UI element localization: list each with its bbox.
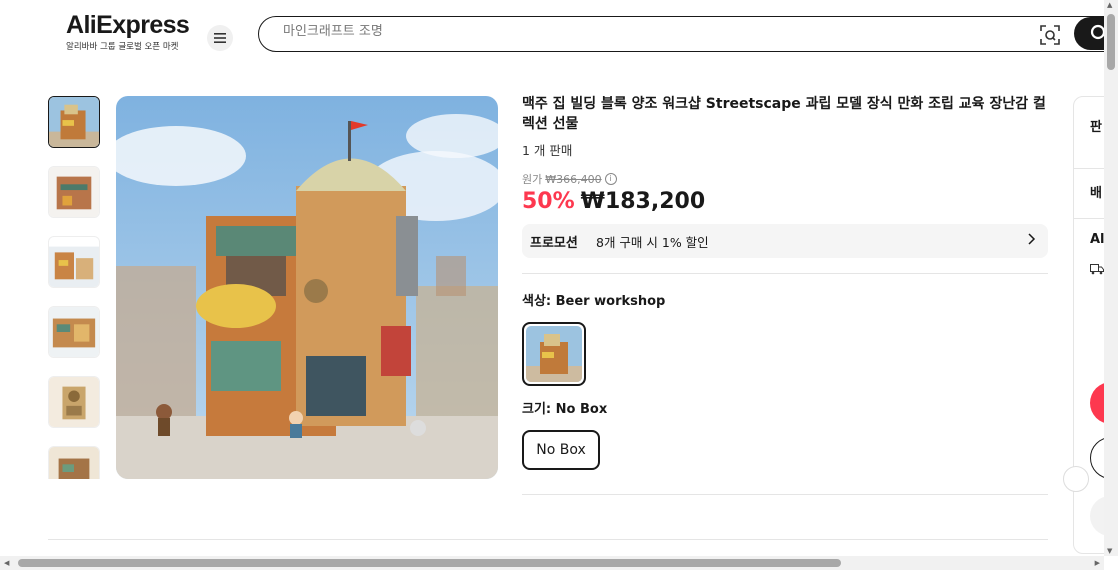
thumbnail-list — [48, 96, 102, 479]
scroll-down-icon[interactable]: ▼ — [1107, 547, 1112, 555]
section-divider — [48, 539, 1048, 540]
thumbnail-4[interactable] — [48, 306, 100, 358]
original-price-row: 원가 ₩366,400 i — [522, 171, 1048, 187]
menu-button[interactable] — [207, 25, 233, 51]
aliexpress-logo[interactable]: AliExpress 알리바바 그룹 글로벌 오픈 마켓 — [66, 11, 190, 52]
scroll-right-icon[interactable]: ▶ — [1095, 559, 1100, 567]
promotion-banner[interactable]: 프로모션 8개 구매 시 1% 할인 — [522, 224, 1048, 258]
product-info: 맥주 집 빌딩 블록 양조 워크샵 Streetscape 과립 모델 장식 만… — [522, 94, 1048, 258]
discount-percent: 50% — [522, 189, 575, 214]
color-swatch-beer-workshop[interactable] — [522, 322, 586, 386]
thumbnail-5[interactable] — [48, 376, 100, 428]
info-icon[interactable]: i — [604, 173, 617, 185]
search-bar — [258, 16, 1118, 52]
thumbnail-2[interactable] — [48, 166, 100, 218]
sale-price: ₩183,200 — [580, 189, 706, 214]
size-label: 크기: No Box — [522, 402, 608, 417]
vertical-scrollbar[interactable]: ▲ ▼ — [1104, 0, 1118, 556]
thumbnail-3[interactable] — [48, 236, 100, 288]
promotion-text: 8개 구매 시 1% 할인 — [596, 235, 709, 250]
panel-label: Al — [1090, 232, 1105, 247]
scroll-left-icon[interactable]: ◀ — [4, 559, 9, 567]
search-input[interactable] — [283, 24, 983, 39]
color-label: 색상: Beer workshop — [522, 294, 666, 309]
product-page: AliExpress 알리바바 그룹 글로벌 오픈 마켓 마인크래프트 조명 맥… — [0, 0, 1118, 570]
chevron-right-icon — [1028, 233, 1036, 245]
horizontal-scrollbar[interactable]: ◀ ▶ — [0, 556, 1104, 570]
scroll-up-icon[interactable]: ▲ — [1107, 1, 1112, 9]
divider — [522, 494, 1048, 495]
panel-label: 판 — [1090, 120, 1102, 135]
vertical-scroll-thumb[interactable] — [1107, 14, 1115, 70]
thumbnail-1[interactable] — [48, 96, 100, 148]
price-row: 50% ₩183,200 — [522, 189, 1048, 214]
size-option-no-box[interactable]: No Box — [522, 430, 600, 470]
product-title: 맥주 집 빌딩 블록 양조 워크샵 Streetscape 과립 모델 장식 만… — [522, 96, 1046, 132]
main-product-image[interactable] — [116, 96, 498, 479]
sold-count: 1 개 판매 — [522, 143, 573, 158]
original-price-label: 원가 — [522, 173, 543, 186]
panel-toggle-button[interactable] — [1063, 466, 1089, 492]
promotion-tag: 프로모션 — [530, 236, 578, 251]
logo-subtitle: 알리바바 그룹 글로벌 오픈 마켓 — [66, 42, 179, 52]
divider — [522, 273, 1048, 274]
original-price: ₩366,400 — [545, 172, 602, 186]
horizontal-scroll-thumb[interactable] — [18, 559, 841, 567]
truck-icon — [1090, 264, 1104, 275]
hamburger-icon — [214, 33, 226, 43]
thumbnail-6[interactable] — [48, 446, 100, 479]
image-search-icon[interactable] — [1040, 25, 1060, 45]
panel-label: 배 — [1090, 186, 1102, 201]
logo-text: AliExpress — [66, 11, 190, 39]
